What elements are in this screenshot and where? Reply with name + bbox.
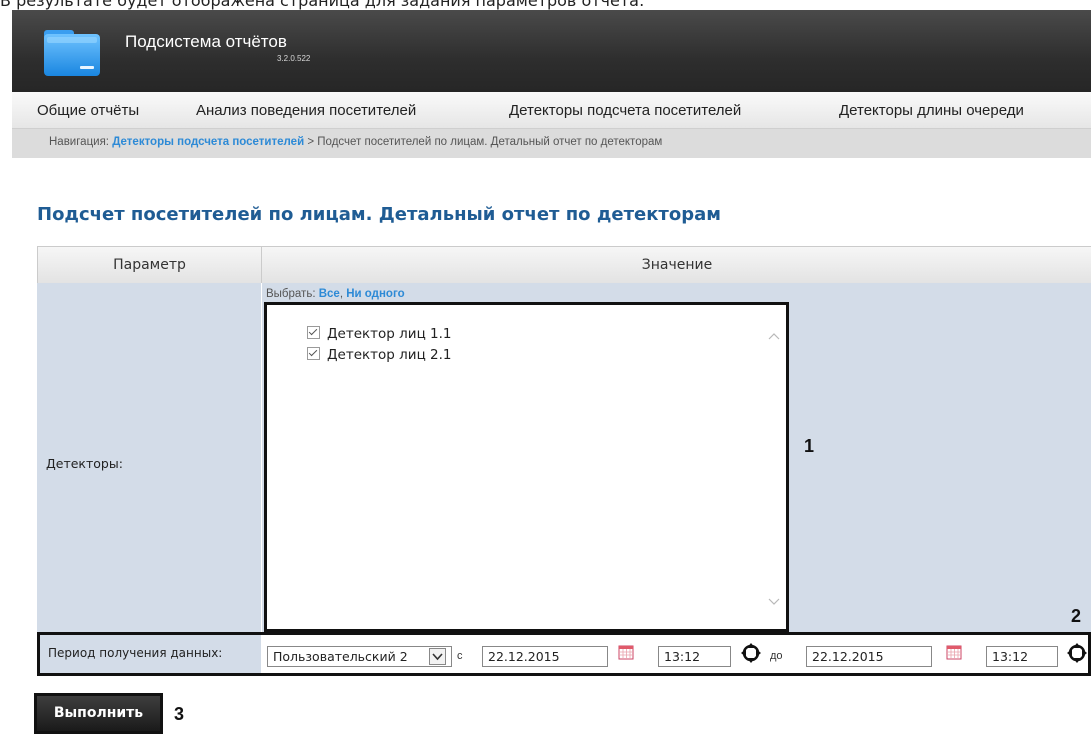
detectors-label: Детекторы: — [46, 456, 123, 471]
detectors-listbox[interactable]: Детектор лиц 1.1 Детектор лиц 2.1 — [264, 302, 789, 632]
report-title: Подсчет посетителей по лицам. Детальный … — [37, 204, 721, 225]
detector-name: Детектор лиц 1.1 — [327, 326, 452, 342]
callout-1: 1 — [804, 436, 815, 456]
folder-logo-icon — [44, 30, 100, 76]
period-select-value: Пользовательский 2 — [273, 649, 408, 664]
detector-name: Детектор лиц 2.1 — [327, 347, 452, 363]
detector-item[interactable]: Детектор лиц 2.1 — [307, 347, 452, 363]
app-version: 3.2.0.522 — [277, 54, 311, 63]
detector-item[interactable]: Детектор лиц 1.1 — [307, 326, 452, 342]
to-date-input[interactable]: 22.12.2015 — [806, 646, 932, 667]
menu-item-general-reports[interactable]: Общие отчёты — [37, 102, 139, 119]
breadcrumb-link[interactable]: Детекторы подсчета посетителей — [112, 136, 304, 148]
time-spinner-icon[interactable] — [1066, 642, 1088, 664]
breadcrumb: Навигация: Детекторы подсчета посетителе… — [49, 136, 662, 148]
checkbox-checked-icon[interactable] — [307, 347, 320, 360]
menu-item-queue-length[interactable]: Детекторы длины очереди — [839, 102, 1024, 119]
callout-2: 2 — [1071, 606, 1082, 626]
select-all-link[interactable]: Все — [319, 288, 340, 300]
to-time-input[interactable]: 13:12 — [986, 646, 1058, 667]
app-header: Подсистема отчётов 3.2.0.522 — [12, 10, 1091, 92]
chevron-down-icon[interactable] — [429, 648, 446, 665]
column-header-parameter: Параметр — [37, 246, 262, 284]
intro-text: В результате будет отображена страница д… — [0, 0, 645, 10]
params-table: Параметр Значение Детекторы: Выбрать: Вс… — [37, 246, 1091, 678]
column-header-value: Значение — [261, 246, 1091, 284]
time-spinner-icon[interactable] — [740, 642, 762, 664]
breadcrumb-separator: > — [307, 136, 315, 148]
run-report-button[interactable]: Выполнить — [34, 693, 163, 734]
period-row: Период получения данных: Пользовательски… — [37, 632, 1091, 676]
select-prefix: Выбрать: — [266, 288, 316, 300]
app-title: Подсистема отчётов — [125, 32, 287, 51]
scroll-down-icon[interactable] — [768, 595, 780, 607]
breadcrumb-prefix: Навигация: — [49, 136, 110, 148]
from-label: с — [457, 650, 463, 662]
breadcrumb-bar: Навигация: Детекторы подсчета посетителе… — [12, 129, 1091, 158]
to-label: до — [770, 650, 783, 662]
column-divider — [261, 283, 262, 678]
period-label: Период получения данных: — [48, 646, 223, 660]
callout-3: 3 — [174, 704, 185, 724]
checkbox-checked-icon[interactable] — [307, 326, 320, 339]
scroll-up-icon[interactable] — [768, 331, 780, 343]
select-none-link[interactable]: Ни одного — [346, 288, 404, 300]
breadcrumb-current: Подсчет посетителей по лицам. Детальный … — [317, 136, 663, 148]
period-select[interactable]: Пользовательский 2 — [267, 646, 452, 667]
from-time-input[interactable]: 13:12 — [658, 646, 731, 667]
calendar-icon[interactable] — [946, 644, 962, 660]
main-menu: Общие отчёты Анализ поведения посетителе… — [12, 92, 1091, 129]
menu-item-visitor-counting[interactable]: Детекторы подсчета посетителей — [509, 102, 741, 119]
calendar-icon[interactable] — [618, 644, 634, 660]
menu-item-visitor-behavior[interactable]: Анализ поведения посетителей — [196, 102, 416, 119]
select-links: Выбрать: Все, Ни одного — [266, 288, 405, 300]
select-separator: , — [339, 288, 344, 300]
from-date-input[interactable]: 22.12.2015 — [482, 646, 608, 667]
